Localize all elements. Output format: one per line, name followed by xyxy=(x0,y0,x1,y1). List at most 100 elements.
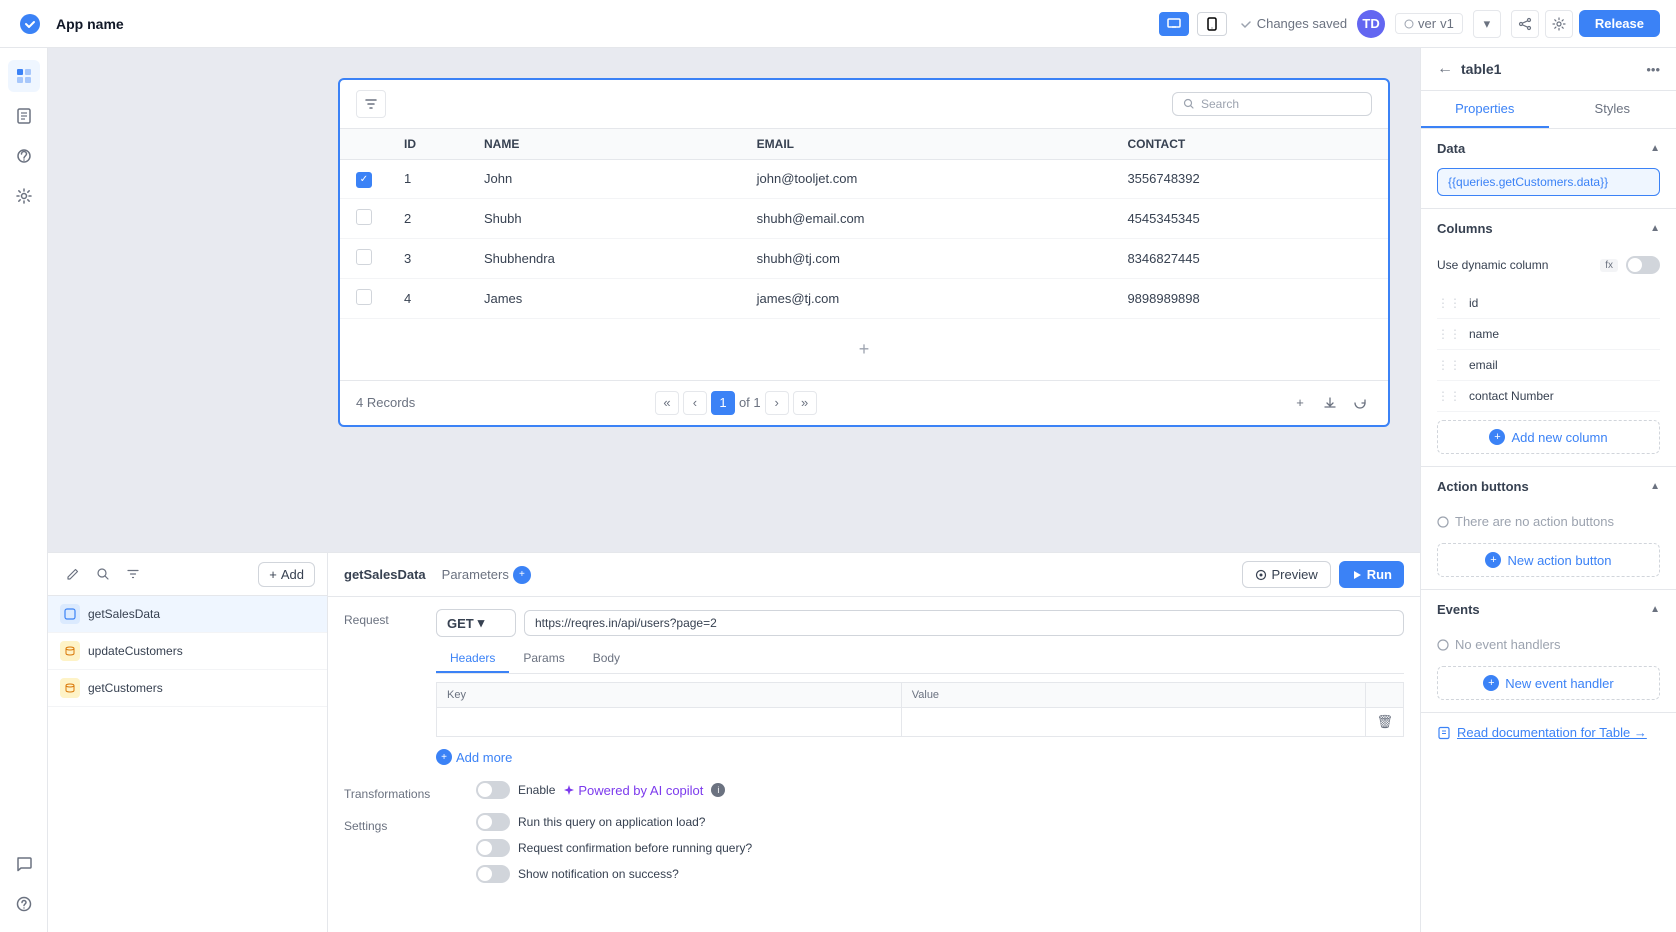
columns-section-content: Use dynamic column fx ⋮⋮ id ⋮⋮ name ⋮⋮ xyxy=(1421,248,1676,466)
app-name: App name xyxy=(56,16,1147,32)
value-input[interactable] xyxy=(912,715,1356,729)
cell-id-4: 4 xyxy=(388,278,468,318)
more-options-button[interactable]: ••• xyxy=(1646,62,1660,77)
expand-btn[interactable]: ▾ xyxy=(1473,10,1501,38)
dynamic-column-toggle[interactable] xyxy=(1626,256,1660,274)
use-dynamic-row: Use dynamic column fx xyxy=(1437,248,1660,282)
query-name-getCustomers: getCustomers xyxy=(88,681,163,695)
desktop-view-btn[interactable] xyxy=(1159,12,1189,36)
query-item-getSalesData[interactable]: getSalesData xyxy=(48,596,327,633)
tab-properties[interactable]: Properties xyxy=(1421,91,1549,128)
add-row-area[interactable]: + xyxy=(340,319,1388,380)
setting-toggle-2[interactable] xyxy=(476,839,510,857)
cell-email-3: shubh@tj.com xyxy=(741,238,1112,278)
add-column-button[interactable]: + Add new column xyxy=(1437,420,1660,454)
tab-headers[interactable]: Headers xyxy=(436,645,509,673)
drag-handle-name[interactable]: ⋮⋮ xyxy=(1437,327,1461,341)
drag-handle-id[interactable]: ⋮⋮ xyxy=(1437,296,1461,310)
settings-content: Run this query on application load? Requ… xyxy=(476,813,1404,883)
tab-params[interactable]: Params xyxy=(509,645,578,673)
request-content: GET ▾ Headers Params Body xyxy=(436,609,1404,769)
user-avatar[interactable]: TD xyxy=(1357,10,1385,38)
panel-tabs: Properties Styles xyxy=(1421,91,1676,129)
columns-section-header[interactable]: Columns ▲ xyxy=(1421,209,1676,248)
table-search[interactable]: Search xyxy=(1172,92,1372,116)
release-button[interactable]: Release xyxy=(1579,10,1660,37)
share-btn[interactable] xyxy=(1511,10,1539,38)
cell-id-1: 1 xyxy=(388,160,468,199)
app-logo xyxy=(16,10,44,38)
settings-btn[interactable] xyxy=(1545,10,1573,38)
ai-info-icon[interactable]: i xyxy=(711,783,725,797)
setting-toggle-1[interactable] xyxy=(476,813,510,831)
back-button[interactable]: ← xyxy=(1437,60,1453,78)
new-event-button[interactable]: + New event handler xyxy=(1437,666,1660,700)
events-section-header[interactable]: Events ▲ xyxy=(1421,590,1676,629)
sidebar-icon-settings[interactable] xyxy=(8,180,40,212)
query-list-panel: + Add getSalesData upd xyxy=(48,553,328,932)
new-event-icon: + xyxy=(1483,675,1499,691)
setting-toggle-3[interactable] xyxy=(476,865,510,883)
key-input[interactable] xyxy=(447,715,891,729)
cell-id-2: 2 xyxy=(388,198,468,238)
add-query-button[interactable]: + Add xyxy=(258,562,315,587)
params-icon[interactable]: + xyxy=(513,566,531,584)
data-section-header[interactable]: Data ▲ xyxy=(1421,129,1676,168)
data-value-input[interactable] xyxy=(1437,168,1660,196)
cell-email-1: john@tooljet.com xyxy=(741,160,1112,199)
refresh-icon[interactable] xyxy=(1348,391,1372,415)
run-button[interactable]: Run xyxy=(1339,561,1404,588)
tab-body[interactable]: Body xyxy=(579,645,634,673)
action-empty-label: There are no action buttons xyxy=(1437,506,1660,537)
preview-button[interactable]: Preview xyxy=(1242,561,1330,588)
cell-email-4: james@tj.com xyxy=(741,278,1112,318)
query-item-getCustomers[interactable]: getCustomers xyxy=(48,670,327,707)
url-input[interactable] xyxy=(524,610,1404,636)
sidebar-icon-pages[interactable] xyxy=(8,100,40,132)
next-page-btn[interactable]: › xyxy=(765,391,789,415)
edit-query-icon[interactable] xyxy=(60,561,86,587)
setting-row-3: Show notification on success? xyxy=(476,865,1404,883)
first-page-btn[interactable]: « xyxy=(655,391,679,415)
delete-row-btn[interactable]: 🗑 xyxy=(1376,714,1393,729)
row-checkbox-4[interactable] xyxy=(356,289,372,305)
columns-section-title: Columns xyxy=(1437,221,1650,236)
filter-button[interactable] xyxy=(356,90,386,118)
search-placeholder: Search xyxy=(1201,97,1239,111)
drag-handle-email[interactable]: ⋮⋮ xyxy=(1437,358,1461,372)
sidebar-icon-queries[interactable] xyxy=(8,140,40,172)
prev-page-btn[interactable]: ‹ xyxy=(683,391,707,415)
action-header xyxy=(1366,683,1404,708)
query-icon-db1 xyxy=(60,641,80,661)
tab-styles[interactable]: Styles xyxy=(1549,91,1676,128)
new-action-button[interactable]: + New action button xyxy=(1437,543,1660,577)
sidebar-icon-components[interactable] xyxy=(8,60,40,92)
enable-transform-toggle[interactable] xyxy=(476,781,510,799)
query-item-updateCustomers[interactable]: updateCustomers xyxy=(48,633,327,670)
add-row-icon[interactable]: + xyxy=(1288,391,1312,415)
drag-handle-contact[interactable]: ⋮⋮ xyxy=(1437,389,1461,403)
table-toolbar: Search xyxy=(340,80,1388,129)
doc-link[interactable]: Read documentation for Table → xyxy=(1421,713,1676,752)
enable-transform-row: Enable Powered by AI copilot i xyxy=(476,781,1404,799)
add-more-button[interactable]: + Add more xyxy=(436,745,512,769)
mobile-view-btn[interactable] xyxy=(1197,12,1227,36)
columns-chevron: ▲ xyxy=(1650,223,1660,234)
panel-title: table1 xyxy=(1461,61,1638,77)
download-icon[interactable] xyxy=(1318,391,1342,415)
filter-query-icon[interactable] xyxy=(120,561,146,587)
row-checkbox-2[interactable] xyxy=(356,209,372,225)
column-item-name: ⋮⋮ name xyxy=(1437,319,1660,350)
last-page-btn[interactable]: » xyxy=(793,391,817,415)
search-query-icon[interactable] xyxy=(90,561,116,587)
row-checkbox-1[interactable]: ✓ xyxy=(356,172,372,188)
sidebar-icon-chat[interactable] xyxy=(8,848,40,880)
method-url-row: GET ▾ xyxy=(436,609,1404,637)
method-select[interactable]: GET ▾ xyxy=(436,609,516,637)
sidebar-icon-help[interactable] xyxy=(8,888,40,920)
query-icon-db2 xyxy=(60,678,80,698)
current-page[interactable]: 1 xyxy=(711,391,735,415)
row-checkbox-3[interactable] xyxy=(356,249,372,265)
header-row: 🗑 xyxy=(437,708,1404,737)
action-buttons-header[interactable]: Action buttons ▲ xyxy=(1421,467,1676,506)
